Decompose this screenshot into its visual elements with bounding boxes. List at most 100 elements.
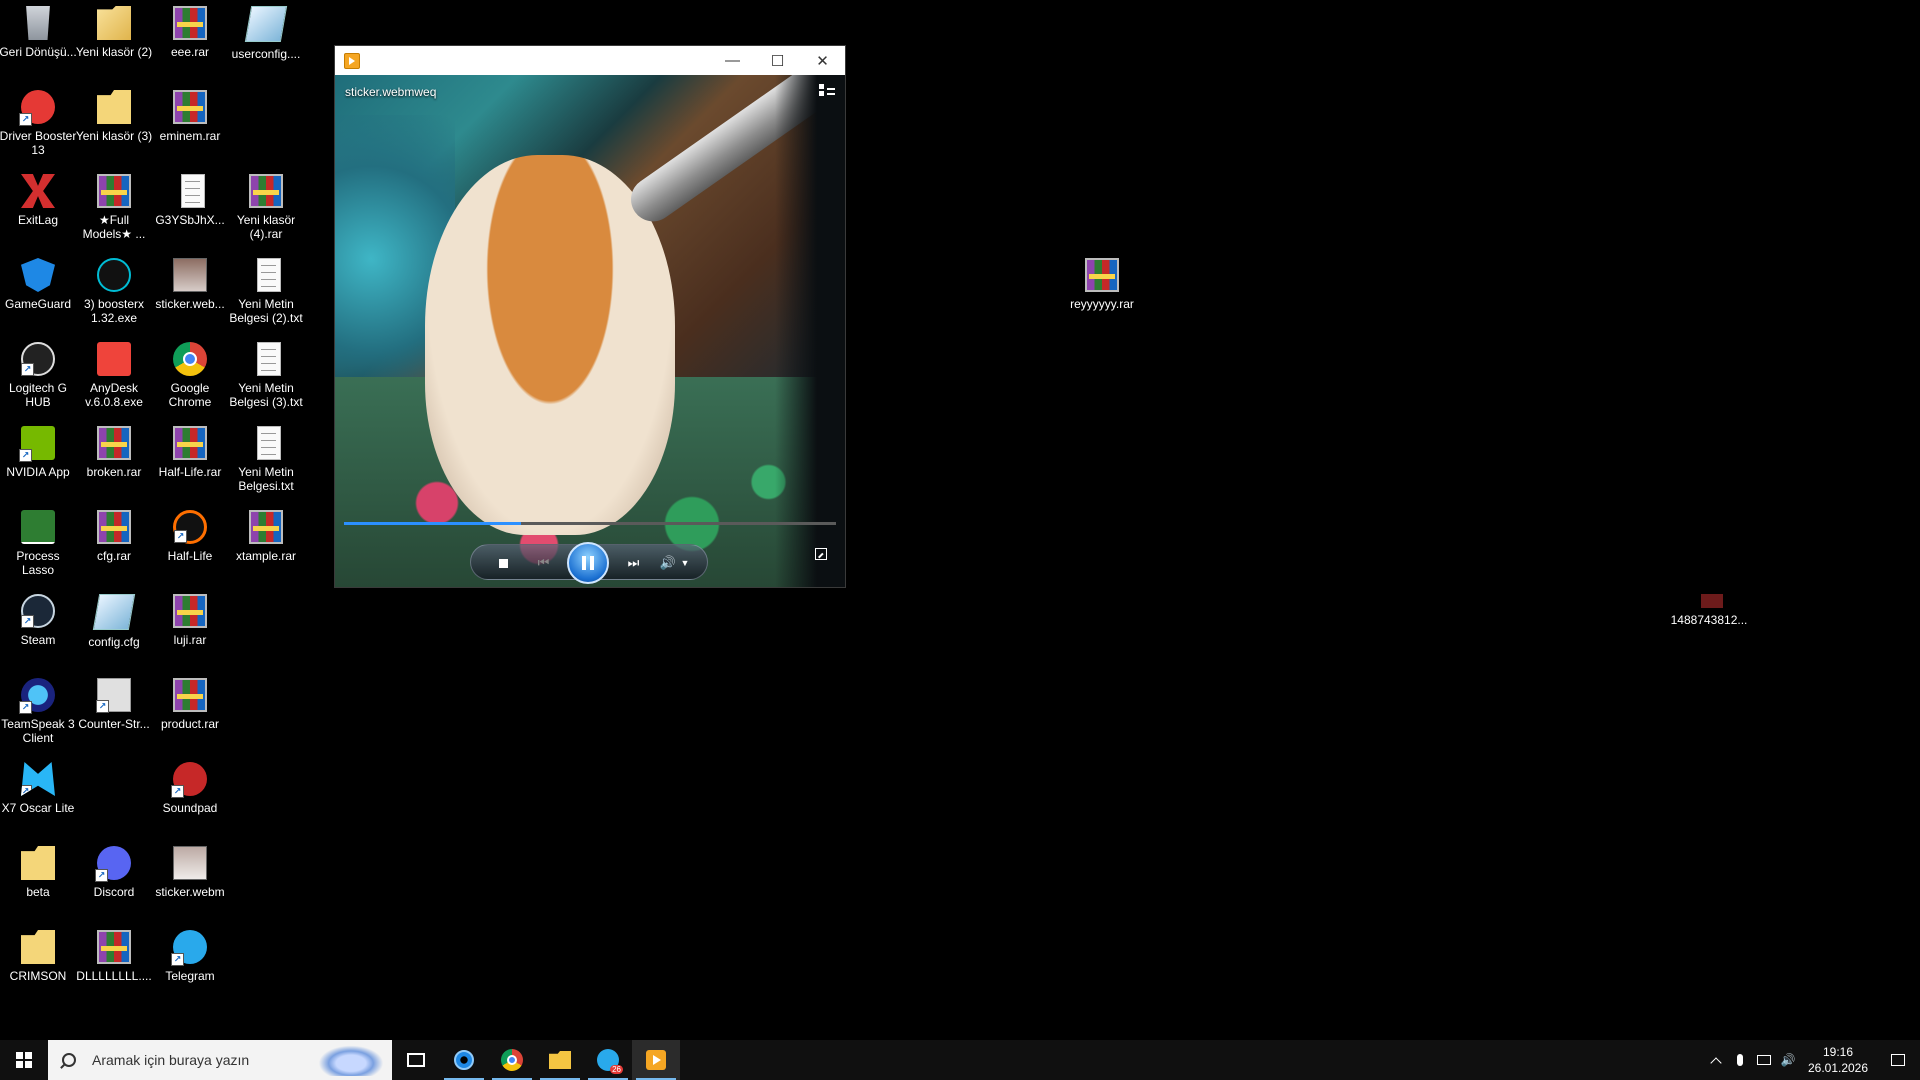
desktop-icon-half-life[interactable]: ↗ Half-Life (151, 504, 229, 563)
desktop-icon-label: eminem.rar (159, 129, 221, 143)
desktop-icon-luji-rar[interactable]: luji.rar (151, 588, 229, 647)
desktop-icon-x7-oscar[interactable]: ↗ X7 Oscar Lite (0, 756, 77, 815)
desktop-icon-label: Soundpad (162, 801, 218, 815)
desktop-icon-teamspeak[interactable]: ↗ TeamSpeak 3 Client (0, 672, 77, 745)
desktop-icon-full-models[interactable]: ★Full Models★ ... (75, 168, 153, 241)
volume-icon[interactable]: 🔊 (657, 553, 679, 573)
playback-controls: ⏮ ⏭ 🔊 ▼ (470, 542, 708, 584)
desktop-icon-product-rar[interactable]: product.rar (151, 672, 229, 731)
winrar-archive-icon (97, 510, 131, 544)
desktop-icon-counter-strike[interactable]: ↗ Counter-Str... (75, 672, 153, 731)
discord-icon: ↗ (95, 846, 131, 882)
desktop-icon-half-life-rar[interactable]: Half-Life.rar (151, 420, 229, 479)
cortana-icon (454, 1050, 474, 1070)
taskbar-search-box[interactable]: Aramak için buraya yazın (48, 1040, 392, 1080)
desktop-icon-yeni-klasor-2[interactable]: Yeni klasör (2) (75, 0, 153, 59)
taskbar-app-cortana[interactable] (440, 1040, 488, 1080)
task-view-button[interactable] (392, 1040, 440, 1080)
desktop-icon-yeni-klasor-3[interactable]: Yeni klasör (3) (75, 84, 153, 143)
desktop-icon-g3ysbjhx[interactable]: G3YSbJhX... (151, 168, 229, 227)
video-display[interactable] (335, 75, 845, 587)
stop-button[interactable] (493, 553, 513, 573)
pause-button[interactable] (567, 542, 609, 584)
clock[interactable]: 19:16 26.01.2026 (1800, 1040, 1876, 1080)
desktop-icon-google-chrome[interactable]: Google Chrome (151, 336, 229, 409)
media-player-window[interactable]: — ☐ ✕ sticker.webmweq ⏮ ⏭ 🔊 ▼ (334, 45, 846, 588)
desktop-icon-nvidia[interactable]: ↗ NVIDIA App (0, 420, 77, 479)
desktop-icon-label: luji.rar (173, 633, 207, 647)
desktop-icon-discord[interactable]: ↗ Discord (75, 840, 153, 899)
volume-dropdown-icon[interactable]: ▼ (679, 553, 691, 573)
switch-to-full-player-icon[interactable] (815, 548, 827, 560)
desktop-icon-logitech[interactable]: ↗ Logitech G HUB (0, 336, 77, 409)
desktop-icon-beta[interactable]: beta (0, 840, 77, 899)
desktop-icon-driver-booster[interactable]: ↗ Driver Booster 13 (0, 84, 77, 157)
desktop-icon-yeni-metin-3[interactable]: Yeni Metin Belgesi (3).txt (227, 336, 305, 409)
desktop-icon-reyyyyyy-rar[interactable]: reyyyyyy.rar (1063, 252, 1141, 311)
boosterx-icon (97, 258, 131, 292)
previous-button[interactable]: ⏮ (527, 553, 557, 573)
notification-icon (1891, 1054, 1905, 1066)
seek-bar[interactable] (344, 522, 836, 525)
desktop-icon-telegram[interactable]: ↗ Telegram (151, 924, 229, 983)
config-file-icon (92, 594, 136, 630)
desktop-icon-eminem-rar[interactable]: eminem.rar (151, 84, 229, 143)
taskbar-app-file-explorer[interactable] (536, 1040, 584, 1080)
desktop-icon-label: DLLLLLLLL.... (76, 969, 152, 983)
network-icon[interactable] (1752, 1040, 1776, 1080)
volume-icon[interactable]: 🔊 (1776, 1040, 1800, 1080)
winrar-archive-icon (173, 426, 207, 460)
show-hidden-icons-button[interactable] (1704, 1040, 1728, 1080)
desktop-icon-steam[interactable]: ↗ Steam (0, 588, 77, 647)
desktop-icon-label: product.rar (160, 717, 220, 731)
gameguard-icon (21, 258, 55, 292)
desktop-icon-1488743812[interactable]: 1488743812... (1670, 588, 1748, 627)
next-button[interactable]: ⏭ (617, 553, 647, 573)
folder-icon (97, 90, 131, 124)
maximize-button[interactable]: ☐ (755, 46, 800, 75)
desktop-icon-crimson[interactable]: CRIMSON (0, 924, 77, 983)
notification-center-button[interactable] (1876, 1040, 1920, 1080)
switch-to-library-icon[interactable] (819, 84, 835, 98)
desktop-icon-process-lasso[interactable]: Process Lasso (0, 504, 77, 577)
winrar-archive-icon (173, 90, 207, 124)
taskbar-app-telegram[interactable]: 26 (584, 1040, 632, 1080)
desktop-icon-exitlag[interactable]: ExitLag (0, 168, 77, 227)
desktop-icon-label: G3YSbJhX... (155, 213, 225, 227)
desktop-icon-gameguard[interactable]: GameGuard (0, 252, 77, 311)
folder-icon (21, 930, 55, 964)
desktop-icon-soundpad[interactable]: ↗ Soundpad (151, 756, 229, 815)
desktop-icon-broken-rar[interactable]: broken.rar (75, 420, 153, 479)
desktop-icon-yeni-metin[interactable]: Yeni Metin Belgesi.txt (227, 420, 305, 493)
desktop-icon-anydesk[interactable]: AnyDesk v.6.0.8.exe (75, 336, 153, 409)
desktop-icon-label: ★Full Models★ ... (82, 213, 146, 241)
desktop-icon-label: Yeni klasör (3) (75, 129, 153, 143)
start-button[interactable] (0, 1040, 48, 1080)
desktop-icon-sticker-web[interactable]: sticker.web... (151, 252, 229, 311)
minimize-button[interactable]: — (710, 46, 755, 75)
desktop-icon-dllllllll[interactable]: DLLLLLLLL.... (75, 924, 153, 983)
desktop-icon-boosterx[interactable]: 3) boosterx 1.32.exe (75, 252, 153, 325)
desktop-icon-yeni-klasor-4-rar[interactable]: Yeni klasör (4).rar (227, 168, 305, 241)
media-player-icon (646, 1050, 666, 1070)
desktop-icon-config-cfg[interactable]: config.cfg (75, 588, 153, 649)
desktop-icon-cfg-rar[interactable]: cfg.rar (75, 504, 153, 563)
seek-bar-progress (344, 522, 522, 525)
desktop-icon-label: Discord (93, 885, 135, 899)
chrome-icon (173, 342, 207, 376)
title-bar[interactable]: — ☐ ✕ (335, 46, 845, 75)
counter-strike-icon: ↗ (96, 678, 131, 713)
video-thumbnail-icon (173, 846, 207, 880)
desktop-icon-recycle-bin[interactable]: Geri Dönüşü... (0, 0, 77, 59)
desktop-icon-sticker-webm[interactable]: sticker.webm (151, 840, 229, 899)
desktop-icon-label: Driver Booster 13 (0, 129, 77, 157)
taskbar-app-chrome[interactable] (488, 1040, 536, 1080)
close-button[interactable]: ✕ (800, 46, 845, 75)
desktop-icon-xtample-rar[interactable]: xtample.rar (227, 504, 305, 563)
microphone-icon[interactable] (1728, 1040, 1752, 1080)
taskbar-app-media-player[interactable] (632, 1040, 680, 1080)
desktop-icon-eee-rar[interactable]: eee.rar (151, 0, 229, 59)
desktop-icon-userconfig[interactable]: userconfig.... (227, 0, 305, 61)
folder-icon (21, 846, 55, 880)
desktop-icon-yeni-metin-2[interactable]: Yeni Metin Belgesi (2).txt (227, 252, 305, 325)
